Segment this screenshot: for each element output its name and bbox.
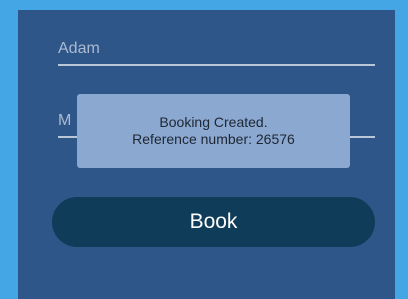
- first-name-value: Adam: [58, 40, 100, 57]
- last-name-value: M: [58, 112, 72, 129]
- toast-reference: Reference number: 26576: [132, 131, 295, 147]
- first-name-field[interactable]: Adam: [58, 40, 375, 66]
- book-button[interactable]: Book: [52, 197, 375, 247]
- toast-title: Booking Created.: [159, 114, 268, 130]
- booking-toast: Booking Created. Reference number: 26576: [77, 94, 350, 168]
